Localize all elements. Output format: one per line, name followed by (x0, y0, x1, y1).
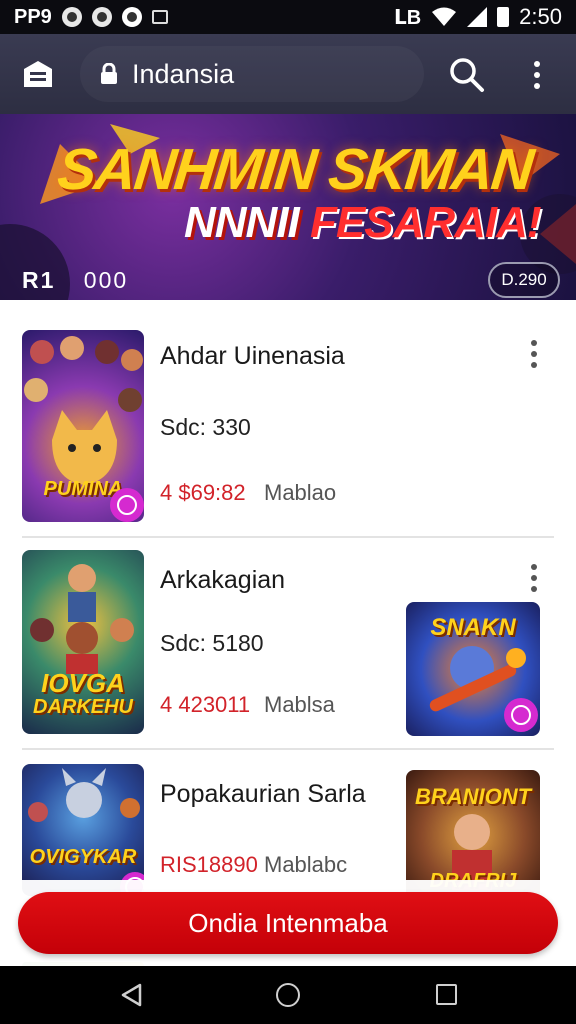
home-icon[interactable] (276, 983, 300, 1007)
item-price: 4 423011 (160, 692, 251, 717)
item-price: RIS18890 (160, 852, 258, 877)
search-icon (450, 58, 484, 92)
banner-subtitle-b: FESARAIA! (310, 198, 542, 247)
item-title: Popakaurian Sarla (160, 780, 366, 808)
menu-icon (24, 61, 52, 87)
banner-counter: R1 000 (22, 267, 128, 294)
game-thumbnail[interactable]: IOVGA DARKEHU (22, 550, 144, 734)
clock: 2:50 (519, 4, 562, 29)
game-logo-text: IOVGA (41, 668, 125, 698)
game-logo-text: SNAKN (430, 614, 516, 641)
back-icon[interactable] (120, 983, 144, 1007)
more-vert-icon[interactable] (524, 562, 544, 594)
banner-counter-label: R1 (22, 267, 56, 293)
network-label: ⅬB (393, 6, 422, 29)
lock-icon (101, 63, 117, 84)
game-thumbnail[interactable]: OVIGYKAR (22, 764, 144, 896)
notification-icon (61, 7, 82, 27)
more-vert-icon[interactable] (524, 338, 544, 370)
banner-title: SANHMIN SKMAN (54, 137, 535, 202)
banner-badge[interactable]: D.290 (488, 262, 560, 298)
side-game-thumbnail[interactable]: SNAKN (406, 602, 540, 736)
notification-icon (91, 7, 112, 27)
banner-counter-value: 000 (83, 267, 129, 293)
item-tag: Mablao (264, 480, 337, 505)
status-bar: PP9 ⅬB 2:50 (0, 0, 576, 34)
carrier-label: PP9 (14, 5, 52, 28)
signal-icon (467, 7, 488, 27)
game-list: PUMINA Ahdar Uinenasia Sdc: 330 4 $69:82… (0, 300, 576, 966)
item-title: Ahdar Uinenasia (160, 342, 345, 370)
system-nav-bar (0, 966, 576, 1024)
more-vert-icon[interactable] (522, 54, 552, 96)
battery-icon (497, 7, 510, 27)
search-button[interactable] (446, 54, 488, 96)
item-title: Arkakagian (160, 566, 286, 594)
camera-icon (121, 7, 142, 27)
menu-button[interactable] (18, 54, 58, 94)
primary-cta-button[interactable]: Ondia Intenmaba (18, 892, 558, 954)
banner-subtitle: NNNII FESARAIA! (184, 198, 542, 248)
app-bar: Indansia (0, 34, 576, 114)
gamepad-badge-icon (110, 488, 144, 522)
item-tag: Mablabc (264, 852, 348, 877)
game-logo-text: OVIGYKAR (29, 846, 137, 868)
game-thumbnail[interactable]: PUMINA (22, 330, 144, 522)
list-item[interactable]: PUMINA Ahdar Uinenasia Sdc: 330 4 $69:82… (0, 300, 576, 538)
wifi-icon (432, 7, 457, 26)
gamepad-badge-icon (504, 698, 538, 732)
list-item[interactable]: IOVGA DARKEHU Arkakagian Sdc: 5180 4 423… (0, 538, 576, 750)
site-title: Indansia (132, 58, 235, 89)
item-subtitle: Sdc: 330 (160, 414, 251, 440)
item-tag: Mablsa (264, 692, 335, 717)
address-bar[interactable]: Indansia (80, 46, 424, 102)
banner-subtitle-a: NNNII (184, 198, 300, 247)
item-price: 4 $69:82 (160, 480, 246, 505)
cta-container: Ondia Intenmaba (0, 880, 576, 966)
game-logo-text: DARKEHU (33, 696, 133, 718)
recents-icon[interactable] (436, 984, 457, 1005)
item-subtitle: Sdc: 5180 (160, 630, 264, 656)
game-logo-text: BRANIONT (414, 784, 532, 809)
promo-banner[interactable]: SANHMIN SKMAN NNNII FESARAIA! R1 000 D.2… (0, 114, 576, 300)
image-icon (151, 10, 168, 24)
